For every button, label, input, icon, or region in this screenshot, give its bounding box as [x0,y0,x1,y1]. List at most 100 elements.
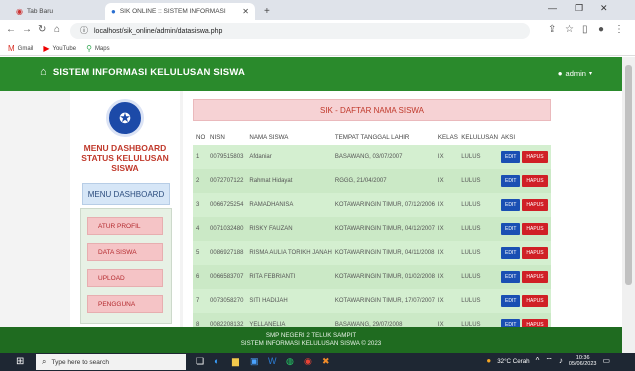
share-icon[interactable]: ⇪ [548,24,556,35]
scroll-thumb[interactable] [625,65,632,285]
cell-ttl: BASAWANG, 29/07/2008 [334,322,403,327]
cell-ttl: KOTAWARINGIN TIMUR, 04/12/2007 [334,226,435,232]
store-icon[interactable]: ▣ [250,356,259,367]
delete-button[interactable]: HAPUS [522,247,548,259]
more-icon[interactable]: ⋮ [614,24,624,35]
tab-new[interactable]: ◉ Tab Baru [10,3,59,20]
col-nama: NAMA SISWA [246,129,332,145]
sidebar: ✪ MENU DASHBOARD STATUS KELULUSAN SISWA … [70,91,180,327]
delete-button[interactable]: HAPUS [522,175,548,187]
edge-icon[interactable]: ◐ [214,356,219,366]
chrome-icon: ◉ [16,6,23,16]
cell-no: 5 [196,250,200,256]
cell-no: 3 [196,202,200,208]
table-row: 6 0066583707 RITA FEBRIANTI KOTAWARINGIN TI… [193,265,551,289]
windows-taskbar: ⊞ ⌕ Type here to search ❏ ◐ ▆ ▣ W ◍ ◉ ✖ … [0,353,635,371]
bookmark-youtube[interactable]: ▶ YouTube [43,44,76,53]
cell-no: 6 [196,274,200,280]
school-logo: ✪ [106,99,144,137]
cell-kelas: IX [437,250,444,256]
sidebar-item-pengguna[interactable]: PENGGUNA [87,295,163,313]
clock[interactable]: 10:36 05/06/2023 [569,355,597,367]
cell-kelas: IX [437,178,444,184]
user-menu[interactable]: ● admin ▾ [558,69,592,78]
weather-text[interactable]: 32°C Cerah [497,358,529,365]
col-ttl: TEMPAT TANGGAL LAHIR [331,129,435,145]
file-explorer-icon[interactable]: ▆ [232,356,239,367]
delete-button[interactable]: HAPUS [522,151,548,163]
user-name: admin [565,69,586,78]
tab-label: Tab Baru [26,8,54,15]
app-brand[interactable]: ⌂ SISTEM INFORMASI KELULUSAN SISWA [40,66,246,79]
minimize-icon[interactable]: — [548,3,557,13]
sidebar-item-upload[interactable]: UPLOAD [87,269,163,287]
network-icon[interactable]: ⌔ [545,357,553,365]
edit-button[interactable]: EDIT [500,295,521,307]
bookmark-gmail[interactable]: M Gmail [8,44,33,53]
edit-button[interactable]: EDIT [500,199,521,211]
new-tab-button[interactable]: + [258,3,276,20]
cell-nisn: 0066725254 [210,202,244,208]
content-area: ✪ MENU DASHBOARD STATUS KELULUSAN SISWA … [0,91,622,327]
menu-dashboard-button[interactable]: MENU DASHBOARD [82,183,170,205]
edit-button[interactable]: EDIT [500,247,521,259]
page-scrollbar[interactable] [622,57,635,353]
sidebar-item-data-siswa[interactable]: DATA SISWA [87,243,163,261]
url-field[interactable]: ⓘ localhost/sik_online/admin/datasiswa.p… [70,23,530,39]
table-row: 5 0086927188 RISMA AULIA TORIKH JANAH KOTAW… [193,241,551,265]
edit-button[interactable]: EDIT [500,175,521,187]
sidebar-title: MENU DASHBOARD STATUS KELULUSAN SISWA [81,143,169,173]
home-icon: ⌂ [40,66,47,78]
cell-nisn: 0082208132 [210,322,244,327]
cell-kelulusan: LULUS [461,178,481,184]
close-window-icon[interactable]: ✕ [600,3,608,14]
address-bar-row: ← → ↻ ⌂ ⓘ localhost/sik_online/admin/dat… [0,20,635,42]
close-icon[interactable]: ✕ [242,7,249,16]
word-icon[interactable]: W [268,356,277,366]
cell-aksi: EDIT HAPUS [498,265,551,289]
edit-button[interactable]: EDIT [500,319,521,327]
search-icon: ⌕ [42,357,47,366]
cell-nisn: 0072707122 [210,178,244,184]
tab-sik-online[interactable]: ● SIK ONLINE :: SISTEM INFORMASI ✕ [105,3,255,20]
maps-icon: ⚲ [86,43,92,53]
cell-aksi: EDIT HAPUS [498,169,551,193]
cell-aksi: EDIT HAPUS [498,289,551,313]
edit-button[interactable]: EDIT [500,223,521,235]
brand-text: SISTEM INFORMASI KELULUSAN SISWA [52,67,246,78]
delete-button[interactable]: HAPUS [522,295,548,307]
cell-nisn: 0071032480 [210,226,244,232]
bookmark-maps[interactable]: ⚲ Maps [86,43,110,53]
back-icon[interactable]: ← [6,24,16,35]
caret-down-icon: ▾ [588,70,592,77]
xampp-icon[interactable]: ✖ [322,356,330,367]
windows-start-icon[interactable]: ⊞ [16,356,24,367]
cell-kelas: IX [437,154,444,160]
taskbar-search[interactable]: ⌕ Type here to search [36,354,186,370]
bookmark-star-icon[interactable]: ☆ [565,24,574,35]
delete-button[interactable]: HAPUS [522,223,548,235]
edit-button[interactable]: EDIT [500,271,521,283]
home-icon[interactable]: ⌂ [54,24,60,35]
chrome-taskbar-icon[interactable]: ◉ [304,356,312,367]
notification-icon[interactable]: ▭ [602,357,610,365]
delete-button[interactable]: HAPUS [522,271,548,283]
sidebar-item-atur-profil[interactable]: ATUR PROFIL [87,217,163,235]
delete-button[interactable]: HAPUS [522,319,548,327]
whatsapp-icon[interactable]: ◍ [286,356,294,367]
edit-button[interactable]: EDIT [500,151,521,163]
delete-button[interactable]: HAPUS [522,199,548,211]
reload-icon[interactable]: ↻ [38,24,46,35]
col-no: NO [193,129,208,145]
task-view-icon[interactable]: ❏ [196,356,204,367]
table-row: 2 0072707122 Rahmat Hidayat RGGG, 21/04/200… [193,169,551,193]
sidepanel-icon[interactable]: ▯ [582,24,588,35]
cell-aksi: EDIT HAPUS [498,145,551,169]
forward-icon[interactable]: → [22,24,32,35]
tray-arrow-icon[interactable]: ^ [536,357,540,365]
volume-icon[interactable]: ♪ [559,357,563,365]
restore-icon[interactable]: ❐ [575,3,583,14]
profile-icon[interactable]: ● [598,24,604,35]
cell-name: SITI HADIJAH [249,298,288,304]
col-kelulusan: KELULUSAN [458,129,498,145]
